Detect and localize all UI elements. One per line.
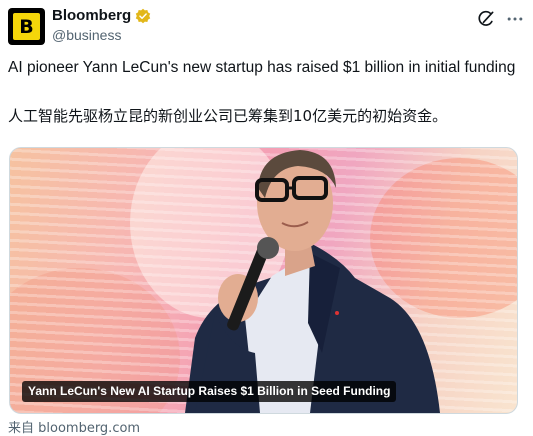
more-options-icon[interactable] — [505, 9, 525, 29]
media-caption: Yann LeCun's New AI Startup Raises $1 Bi… — [22, 381, 397, 402]
post-media-card[interactable]: Yann LeCun's New AI Startup Raises $1 Bi… — [9, 147, 518, 414]
avatar[interactable]: B — [8, 8, 45, 45]
grok-icon[interactable] — [476, 9, 496, 29]
post-text-english: AI pioneer Yann LeCun's new startup has … — [8, 59, 516, 76]
verified-badge-icon — [135, 8, 151, 24]
link-source[interactable]: 来自 bloomberg.com — [8, 417, 140, 436]
author-handle[interactable]: @business — [52, 27, 121, 44]
author-name-row[interactable]: Bloomberg — [52, 7, 151, 25]
avatar-logo: B — [13, 13, 40, 40]
speaker-photo — [185, 150, 440, 413]
post-card: B Bloomberg @business AI pioneer Yann Le… — [0, 0, 533, 436]
post-text-chinese: 人工智能先驱杨立昆的新创业公司已筹集到10亿美元的初始资金。 — [8, 107, 448, 125]
author-display-name[interactable]: Bloomberg — [52, 7, 131, 25]
